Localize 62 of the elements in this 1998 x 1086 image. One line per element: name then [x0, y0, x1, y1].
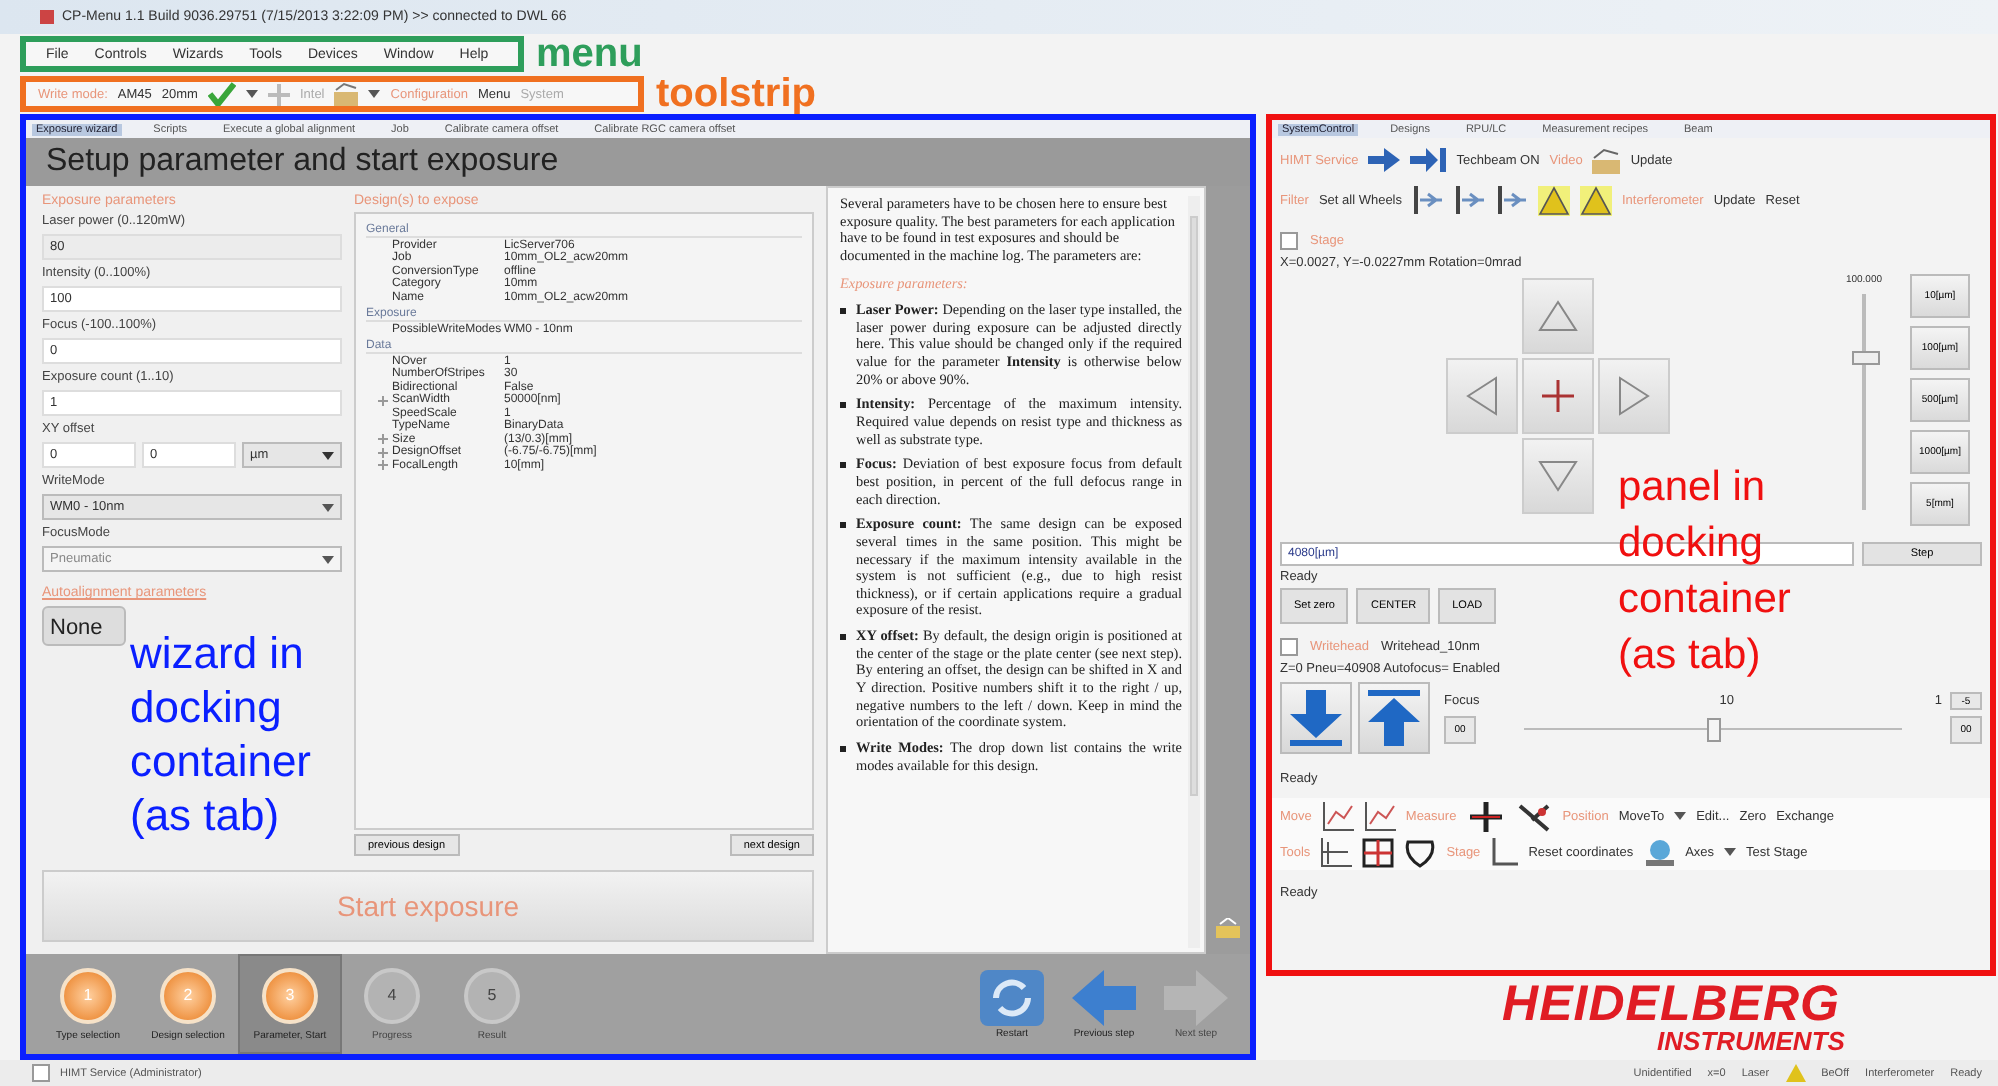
axes-icon[interactable] — [1490, 837, 1519, 867]
caret-icon[interactable] — [1724, 848, 1737, 856]
down-arrow-icon — [1290, 690, 1342, 746]
bullet-icon — [840, 522, 846, 529]
annotation-label: menu — [536, 34, 643, 74]
wizard-title: Setup parameter and start exposure — [26, 138, 1250, 186]
warning-icon[interactable] — [1538, 185, 1570, 215]
expand-icon[interactable] — [378, 460, 388, 470]
back-arrow-icon — [1072, 968, 1136, 1028]
bullet-icon — [840, 462, 846, 469]
caret-icon — [322, 451, 334, 459]
focus-up-button[interactable] — [1358, 682, 1430, 754]
annotation-label: toolstrip — [656, 74, 816, 114]
caret-icon[interactable] — [1674, 812, 1687, 820]
bullet-icon — [840, 634, 846, 641]
arrow-to-bar-icon[interactable] — [1410, 148, 1447, 172]
caret-icon — [322, 555, 334, 563]
filter-wheel-icon[interactable] — [1412, 186, 1444, 214]
slider-thumb[interactable] — [1852, 351, 1880, 366]
caret-icon[interactable] — [368, 90, 381, 98]
jog-button[interactable] — [1522, 278, 1594, 354]
checkmark-icon[interactable] — [207, 82, 236, 106]
app-icon — [40, 10, 54, 24]
triangle-right-icon — [1618, 376, 1650, 416]
checkbox[interactable] — [1280, 231, 1298, 249]
focus-down-button[interactable] — [1280, 682, 1352, 754]
caret-icon — [322, 503, 334, 511]
cross-icon[interactable] — [1466, 801, 1507, 831]
refresh-icon — [976, 968, 1048, 1028]
logo-text: HEIDELBERG — [1502, 980, 1840, 1028]
filter-wheel-icon[interactable] — [1454, 186, 1486, 214]
triangle-left-icon — [1466, 376, 1498, 416]
annotation-label: wizard in docking container (as tab) — [130, 626, 314, 842]
status-icon — [32, 1064, 50, 1082]
expand-icon[interactable] — [378, 434, 388, 444]
expand-icon[interactable] — [378, 447, 388, 457]
bullet-icon — [840, 402, 846, 409]
expand-icon[interactable] — [378, 395, 388, 405]
warning-icon — [1785, 1064, 1806, 1082]
arrow-right-icon[interactable] — [1368, 148, 1401, 172]
scrollbar[interactable] — [1188, 196, 1200, 948]
grid-icon[interactable] — [1362, 837, 1395, 867]
bullet-icon — [840, 745, 846, 752]
caret-icon[interactable] — [245, 90, 258, 98]
up-arrow-icon — [1368, 690, 1420, 746]
slider-thumb[interactable] — [1706, 718, 1720, 742]
filter-wheel-icon[interactable] — [1496, 186, 1528, 214]
jog-button[interactable] — [1446, 358, 1518, 434]
bullet-icon — [840, 308, 846, 315]
dropdown[interactable]: None — [42, 606, 126, 646]
jog-button[interactable] — [1598, 358, 1670, 434]
logo-text: INSTRUMENTS — [1657, 1028, 1845, 1056]
shield-icon[interactable] — [1404, 837, 1437, 867]
crosshair-icon — [1540, 378, 1576, 414]
checkbox[interactable] — [1280, 637, 1298, 655]
triangle-down-icon — [1538, 460, 1578, 492]
jog-button[interactable] — [1522, 438, 1594, 514]
warning-icon[interactable] — [1580, 185, 1612, 215]
center-button[interactable] — [1522, 358, 1594, 434]
triangle-up-icon — [1538, 300, 1578, 332]
tweezers-icon[interactable] — [1516, 801, 1553, 831]
stage-icon[interactable] — [1643, 837, 1676, 867]
